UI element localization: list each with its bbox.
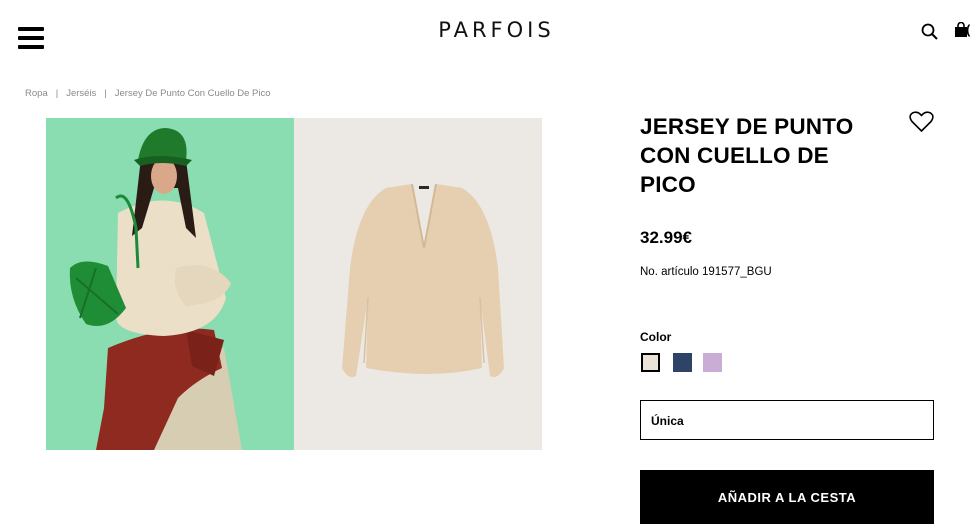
breadcrumb: Ropa | Jerséis | Jersey De Punto Con Cuello …	[25, 88, 271, 99]
size-selector[interactable]: Única	[640, 400, 934, 440]
add-to-cart-button[interactable]: AÑADIR A LA CESTA	[640, 470, 934, 524]
logo[interactable]: PARFOIS	[0, 18, 973, 42]
product-title: JERSEY DE PUNTO CON CUELLO DE PICO	[640, 114, 854, 197]
header: PARFOIS (	[0, 0, 973, 70]
search-icon[interactable]	[921, 23, 938, 40]
model-photo-illustration	[46, 118, 294, 450]
wishlist-heart-icon[interactable]	[909, 111, 934, 133]
product-price: 32.99€	[640, 228, 692, 247]
color-swatch-navy[interactable]	[673, 353, 692, 372]
breadcrumb-item-current: Jersey De Punto Con Cuello De Pico	[114, 88, 271, 99]
sweater-photo-illustration	[294, 118, 542, 450]
breadcrumb-item-ropa[interactable]: Ropa	[25, 88, 48, 99]
product-image-sweater[interactable]	[294, 118, 542, 450]
breadcrumb-item-jerseis[interactable]: Jerséis	[66, 88, 96, 99]
product-image-model[interactable]	[46, 118, 294, 450]
bag-count[interactable]: (	[966, 22, 970, 37]
color-swatch-beige[interactable]	[641, 353, 660, 372]
color-label: Color	[640, 330, 672, 344]
size-value: Única	[651, 414, 684, 428]
product-sku: No. artículo 191577_BGU	[640, 266, 772, 278]
color-swatch-lilac[interactable]	[703, 353, 722, 372]
